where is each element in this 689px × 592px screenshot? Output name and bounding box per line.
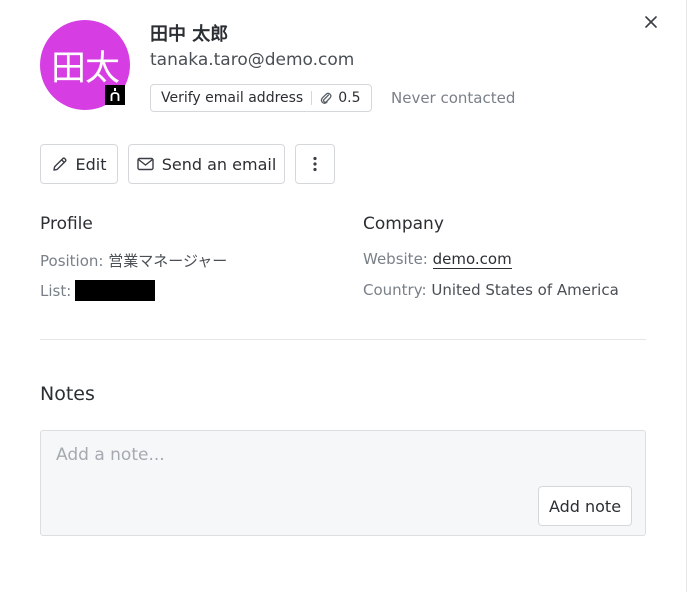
contact-status: Never contacted bbox=[391, 89, 516, 107]
notes-title: Notes bbox=[40, 383, 95, 405]
pencil-icon bbox=[52, 157, 67, 171]
verify-cost: 0.5 bbox=[338, 90, 361, 106]
panel-border bbox=[686, 0, 687, 592]
close-button[interactable] bbox=[641, 12, 661, 32]
position-field: Position: 営業マネージャー bbox=[40, 250, 227, 271]
list-value-redacted bbox=[75, 280, 156, 301]
country-value: United States of America bbox=[431, 281, 619, 299]
list-field: List: bbox=[40, 280, 156, 302]
website-link[interactable]: demo.com bbox=[432, 250, 512, 269]
paperclip-icon bbox=[321, 92, 332, 104]
linkedin-icon bbox=[110, 88, 120, 101]
edit-label: Edit bbox=[75, 154, 107, 174]
linkedin-badge[interactable] bbox=[105, 85, 125, 105]
send-email-label: Send an email bbox=[161, 154, 277, 174]
verify-email-button[interactable]: Verify email address 0.5 bbox=[150, 84, 372, 112]
chip-divider bbox=[311, 91, 313, 105]
notes-box: Add note bbox=[40, 430, 646, 536]
country-field: Country: United States of America bbox=[363, 281, 619, 299]
profile-title: Profile bbox=[40, 214, 93, 234]
envelope-icon bbox=[137, 157, 154, 171]
note-input[interactable] bbox=[56, 445, 616, 465]
kebab-menu-icon bbox=[313, 156, 317, 172]
section-divider bbox=[40, 339, 646, 340]
country-label: Country: bbox=[363, 281, 427, 299]
edit-button[interactable]: Edit bbox=[40, 144, 118, 184]
website-label: Website: bbox=[363, 250, 428, 268]
position-value: 営業マネージャー bbox=[108, 252, 228, 270]
contact-email: tanaka.taro@demo.com bbox=[150, 50, 355, 70]
verify-email-label: Verify email address bbox=[161, 90, 304, 106]
close-icon bbox=[645, 16, 657, 28]
more-actions-button[interactable] bbox=[295, 144, 335, 184]
position-label: Position: bbox=[40, 252, 104, 270]
website-field: Website: demo.com bbox=[363, 250, 512, 269]
company-title: Company bbox=[363, 214, 444, 234]
list-label: List: bbox=[40, 282, 72, 300]
send-email-button[interactable]: Send an email bbox=[128, 144, 285, 184]
add-note-button[interactable]: Add note bbox=[538, 486, 632, 526]
contact-name: 田中 太郎 bbox=[150, 24, 229, 45]
contact-panel: 田太 田中 太郎 tanaka.taro@demo.com Verify ema… bbox=[0, 0, 689, 592]
avatar-initials: 田太 bbox=[50, 48, 120, 89]
